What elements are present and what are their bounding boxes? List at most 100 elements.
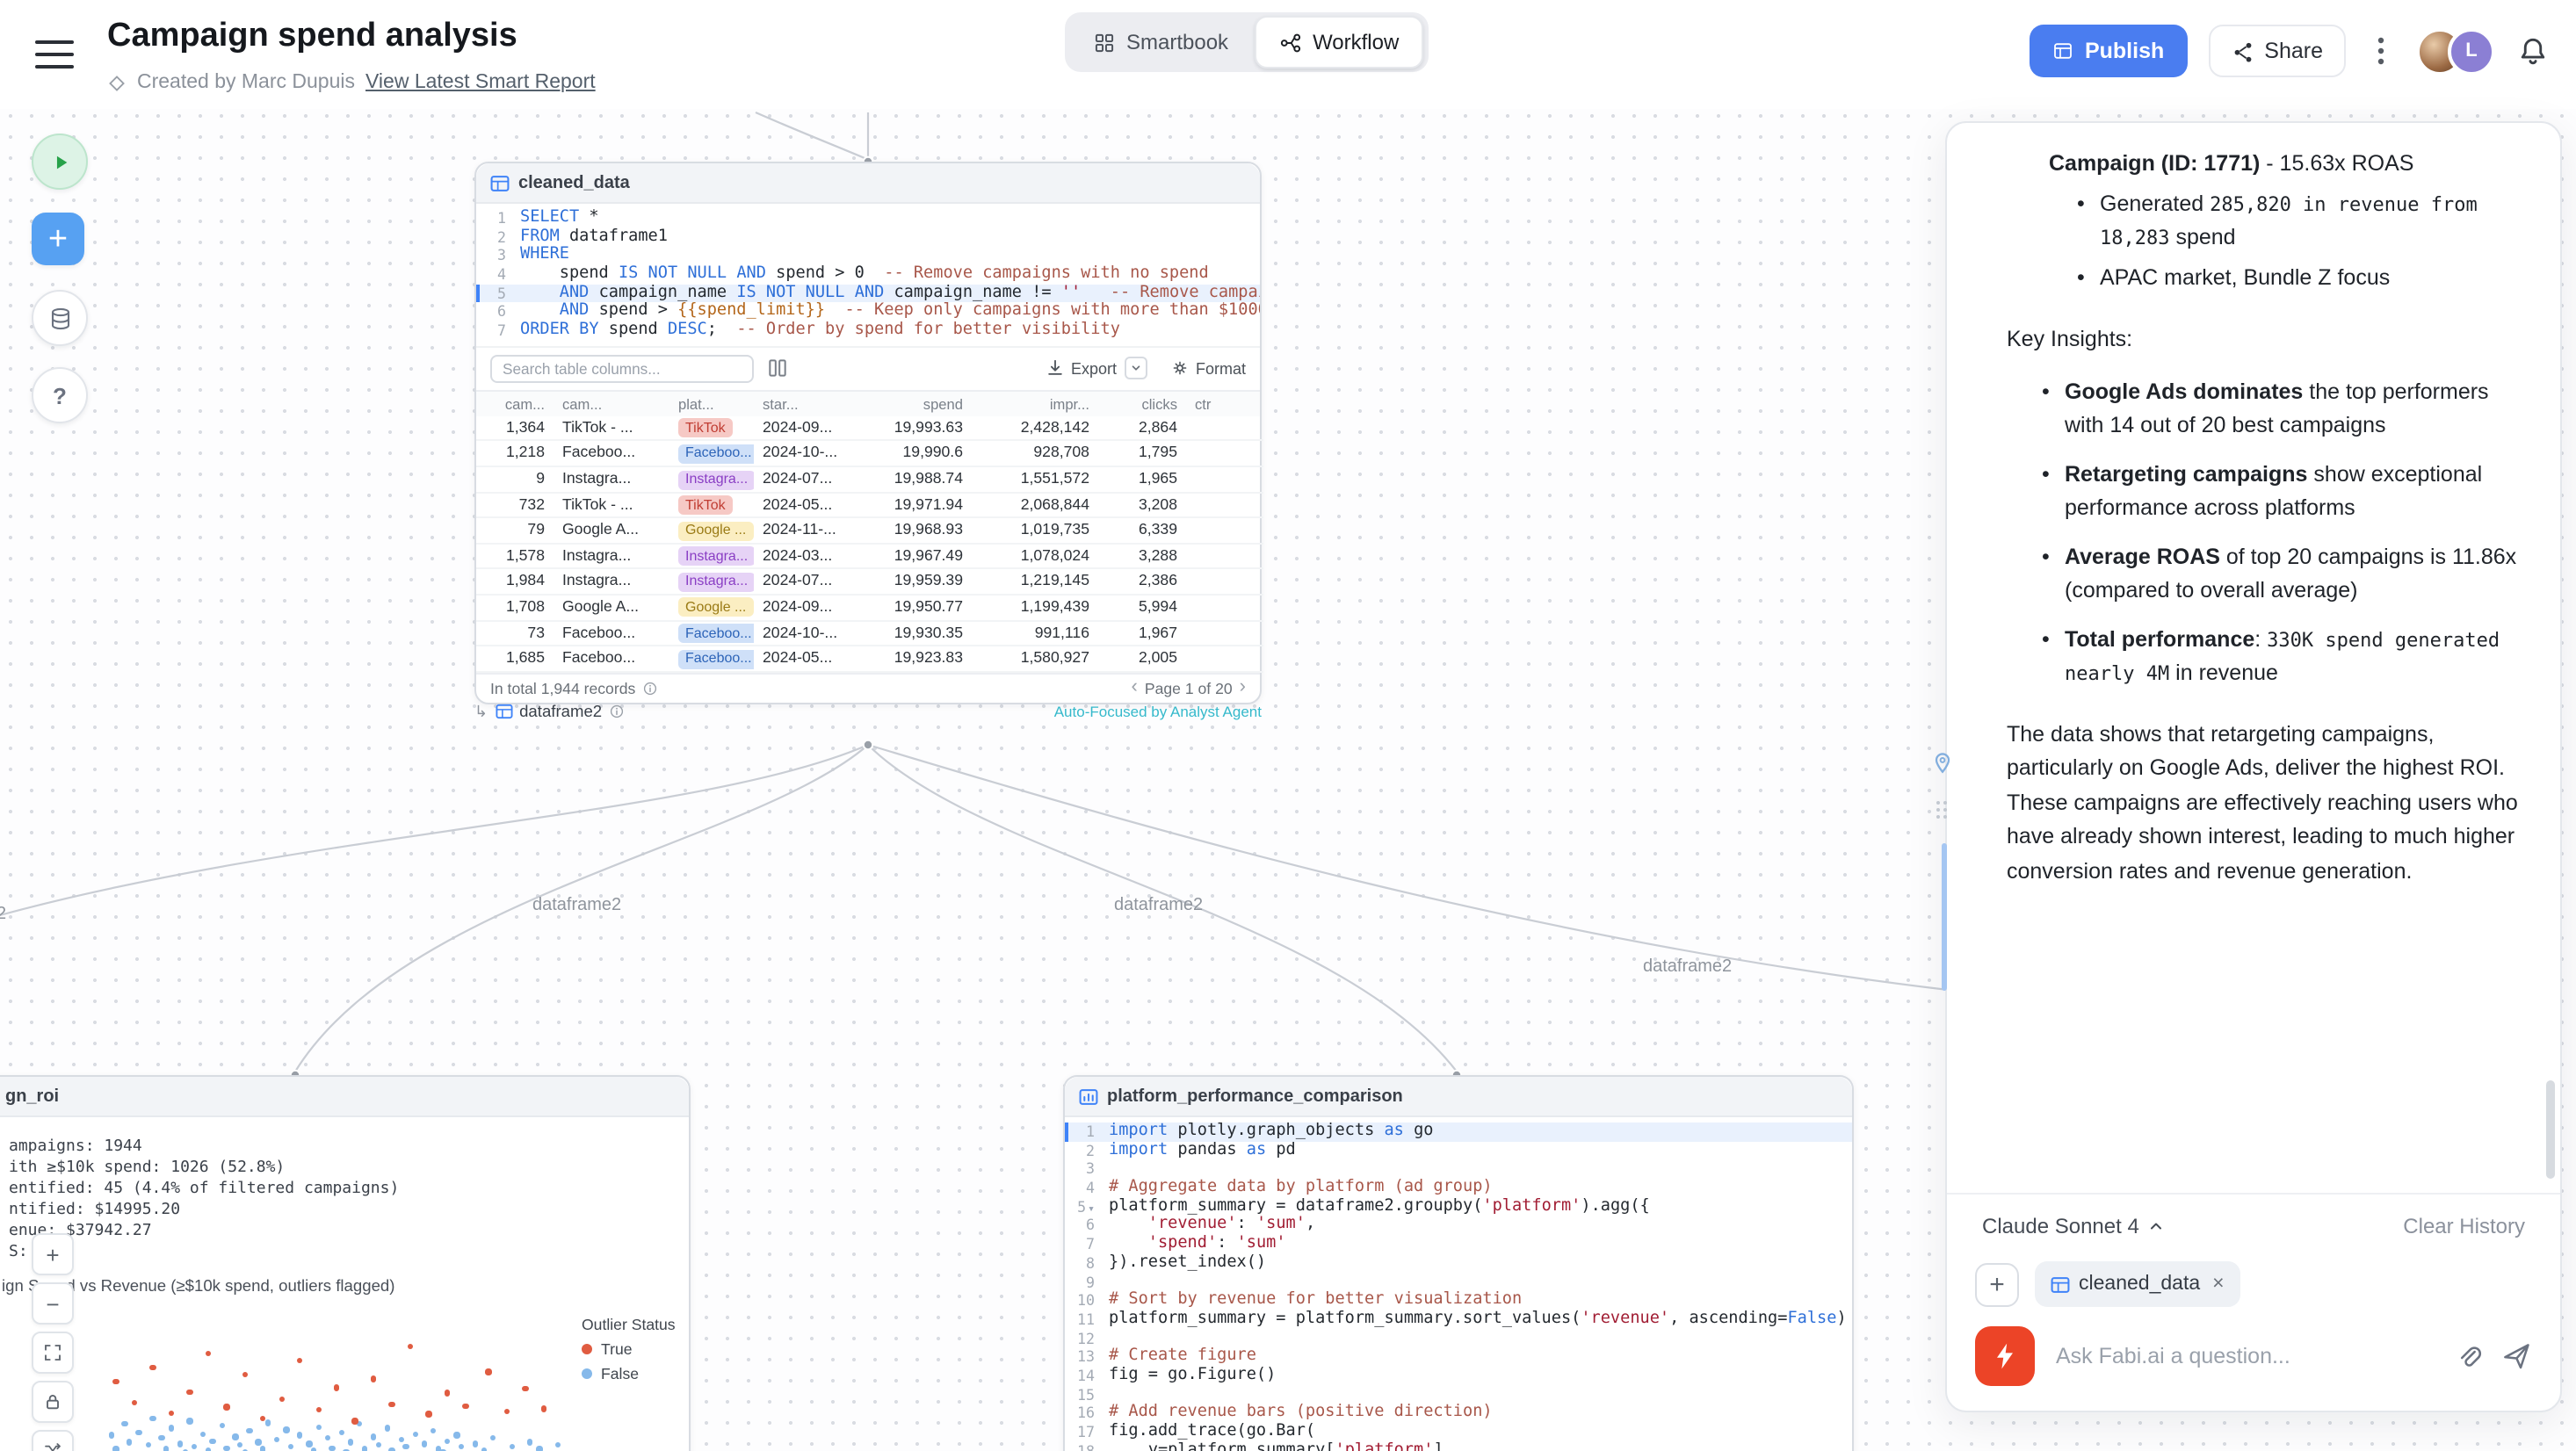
platform-badge: TikTok xyxy=(678,495,733,515)
share-button[interactable]: Share xyxy=(2208,25,2346,77)
panel-scrollbar[interactable] xyxy=(2546,1080,2555,1179)
format-button[interactable]: Format xyxy=(1171,359,1246,379)
avatar[interactable]: L xyxy=(2448,27,2495,75)
notifications-bell-icon[interactable] xyxy=(2516,34,2550,68)
table-cell: 1,364 xyxy=(476,416,554,442)
fullscreen-button[interactable] xyxy=(32,1332,74,1374)
table-row[interactable]: 1,708Google A...Google ...2024-09...19,9… xyxy=(476,596,1260,621)
table-cell: 928,708 xyxy=(972,442,1098,467)
column-header[interactable]: cam... xyxy=(554,392,669,416)
table-body: 1,364TikTok - ...TikTok2024-09...19,993.… xyxy=(476,416,1260,673)
platform-badge: Faceboo... xyxy=(678,444,754,464)
table-row[interactable]: 1,685Faceboo...Faceboo...2024-05...19,92… xyxy=(476,646,1260,672)
table-row[interactable]: 73Faceboo...Faceboo...2024-10-...19,930.… xyxy=(476,621,1260,646)
export-options-dropdown[interactable] xyxy=(1125,357,1148,380)
line-number: 7 xyxy=(1065,1235,1095,1253)
scatter-point xyxy=(242,1372,248,1378)
column-header[interactable]: impr... xyxy=(972,392,1098,416)
scatter-point xyxy=(186,1389,192,1395)
table-row[interactable]: 1,578Instagra...Instagra...2024-03...19,… xyxy=(476,545,1260,570)
table-cell: 19,968.93 xyxy=(859,518,972,544)
legend-item-false[interactable]: False xyxy=(582,1365,676,1382)
table-cell: 19,959.39 xyxy=(859,570,972,596)
add-node-button[interactable]: + xyxy=(32,213,84,265)
export-button[interactable]: Export xyxy=(1046,357,1148,380)
table-cell: 19,990.6 xyxy=(859,442,972,467)
clear-history-button[interactable]: Clear History xyxy=(2403,1214,2525,1238)
columns-icon[interactable] xyxy=(766,357,789,380)
shuffle-button[interactable] xyxy=(32,1430,74,1451)
scatter-point xyxy=(274,1437,280,1443)
table-row[interactable]: 9Instagra...Instagra...2024-07...19,988.… xyxy=(476,467,1260,493)
node-header[interactable]: cleaned_data xyxy=(476,163,1260,204)
table-row[interactable]: 1,364TikTok - ...TikTok2024-09...19,993.… xyxy=(476,416,1260,442)
model-selector[interactable]: Claude Sonnet 4 xyxy=(1982,1214,2166,1238)
table-row[interactable]: 1,984Instagra...Instagra...2024-07...19,… xyxy=(476,570,1260,596)
sql-editor[interactable]: 1SELECT *2FROM dataframe13WHERE4 spend I… xyxy=(476,204,1260,346)
chat-input[interactable] xyxy=(2052,1342,2435,1370)
scatter-point xyxy=(307,1440,313,1447)
pin-panel-icon[interactable] xyxy=(1931,752,1954,775)
node-campaign-roi[interactable]: gn_roi ampaigns: 1944ith ≥$10k spend: 10… xyxy=(0,1075,691,1451)
column-header[interactable]: star... xyxy=(754,392,859,416)
data-sources-button[interactable] xyxy=(32,290,88,346)
column-header[interactable]: clicks xyxy=(1098,392,1186,416)
help-button[interactable]: ? xyxy=(32,367,88,423)
workflow-icon xyxy=(1279,31,1302,54)
column-header[interactable]: cam... xyxy=(476,392,554,416)
tab-smartbook[interactable]: Smartbook xyxy=(1070,18,1251,67)
node-header[interactable]: gn_roi xyxy=(0,1077,689,1117)
table-row[interactable]: 1,218Faceboo...Faceboo...2024-10-...19,9… xyxy=(476,442,1260,467)
output-dataframe-label[interactable]: dataframe2 xyxy=(519,703,602,720)
publish-icon xyxy=(2053,40,2074,61)
run-workflow-button[interactable] xyxy=(32,134,88,190)
gear-icon xyxy=(1171,359,1190,379)
platform-badge: TikTok xyxy=(678,419,733,438)
legend-item-true[interactable]: True xyxy=(582,1340,676,1358)
smart-report-link[interactable]: View Latest Smart Report xyxy=(365,72,596,93)
drag-handle-icon[interactable] xyxy=(1936,801,1950,822)
publish-button[interactable]: Publish xyxy=(2030,25,2187,77)
page-prev-button[interactable]: ‹ xyxy=(1132,679,1138,698)
code-text: FROM dataframe1 xyxy=(520,227,668,246)
page-next-button[interactable]: › xyxy=(1240,679,1246,698)
attachment-icon[interactable] xyxy=(2453,1341,2483,1371)
table-cell: 2024-10-... xyxy=(754,621,859,646)
table-cell: Instagra... xyxy=(669,545,754,570)
page-title: Campaign spend analysis xyxy=(107,18,517,56)
add-context-button[interactable]: + xyxy=(1975,1262,2019,1306)
column-header[interactable]: spend xyxy=(859,392,972,416)
table-row[interactable]: 79Google A...Google ...2024-11-...19,968… xyxy=(476,518,1260,544)
menu-icon[interactable] xyxy=(35,40,74,69)
scatter-point xyxy=(329,1445,336,1451)
send-icon[interactable] xyxy=(2500,1340,2532,1372)
line-number: 2 xyxy=(1065,1141,1095,1159)
table-cell: 2024-10-... xyxy=(754,442,859,467)
zoom-out-button[interactable]: − xyxy=(32,1282,74,1325)
column-header[interactable]: plat... xyxy=(669,392,754,416)
scatter-point xyxy=(371,1376,377,1382)
user-avatars[interactable]: L xyxy=(2416,27,2495,75)
scatter-point xyxy=(523,1386,529,1392)
table-row[interactable]: 732TikTok - ...TikTok2024-05...19,971.94… xyxy=(476,493,1260,518)
lock-axes-button[interactable] xyxy=(32,1381,74,1423)
node-platform-performance[interactable]: platform_performance_comparison 1import … xyxy=(1063,1075,1854,1451)
context-chip[interactable]: cleaned_data × xyxy=(2035,1261,2240,1307)
table-cell xyxy=(1186,545,1263,570)
search-input[interactable] xyxy=(490,355,754,383)
scatter-plot[interactable] xyxy=(104,1323,564,1451)
scatter-point xyxy=(149,1416,156,1422)
more-options-icon[interactable] xyxy=(2367,37,2395,65)
chat-bullet: Total performance: 330K spend generated … xyxy=(2042,623,2522,691)
node-header[interactable]: platform_performance_comparison xyxy=(1065,1077,1852,1117)
code-text: ORDER BY spend DESC; -- Order by spend f… xyxy=(520,321,1120,340)
tab-workflow[interactable]: Workflow xyxy=(1255,16,1423,69)
python-editor[interactable]: 1import plotly.graph_objects as go2impor… xyxy=(1065,1117,1852,1451)
zoom-in-button[interactable]: + xyxy=(32,1233,74,1275)
remove-context-icon[interactable]: × xyxy=(2212,1274,2224,1295)
chat-messages[interactable]: Campaign (ID: 1771) - 15.63x ROAS Genera… xyxy=(1947,123,2560,1193)
table-cell: TikTok xyxy=(669,493,754,518)
column-header[interactable]: ctr xyxy=(1186,392,1263,416)
chat-bullet: Generated 285,820 in revenue from 18,283… xyxy=(2077,187,2522,256)
node-cleaned-data[interactable]: cleaned_data 1SELECT *2FROM dataframe13W… xyxy=(474,162,1262,704)
